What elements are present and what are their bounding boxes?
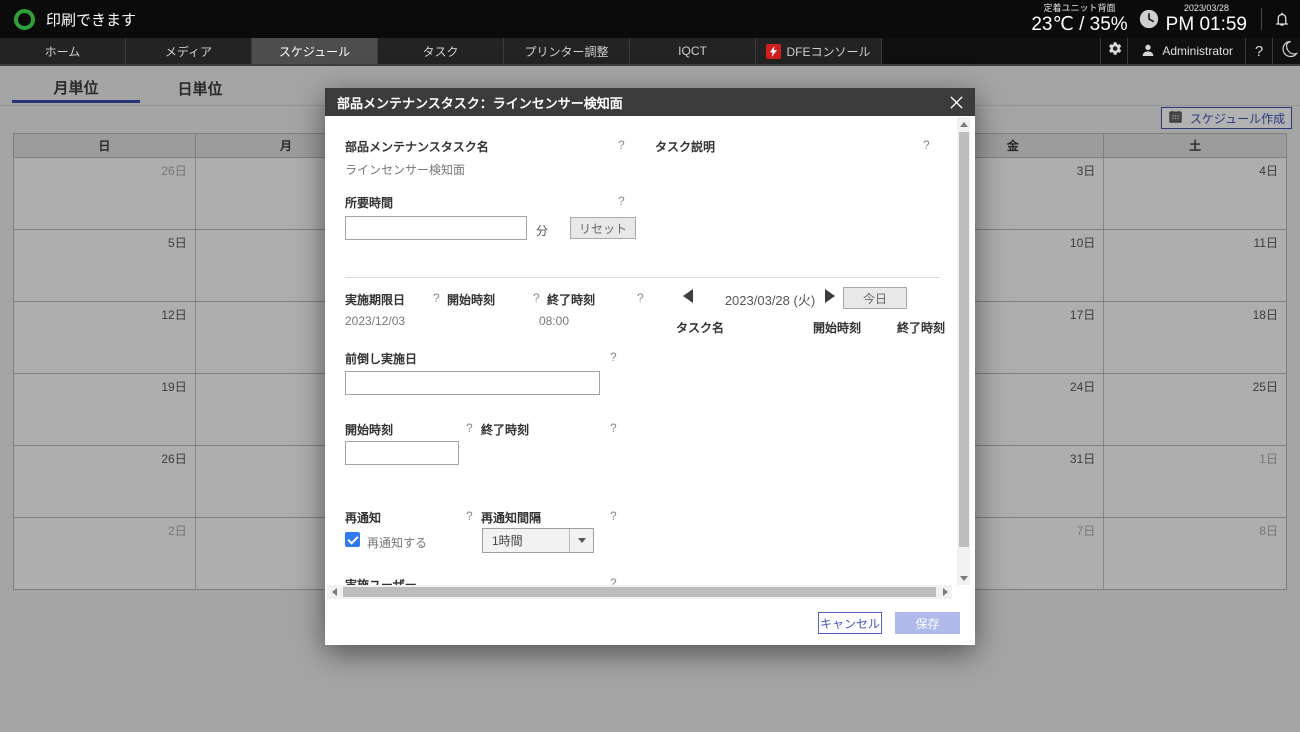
gear-icon — [1106, 40, 1123, 62]
nav-item-printer-adjust[interactable]: プリンター調整 — [504, 38, 630, 64]
fuser-unit-value: 23℃ / 35% — [1031, 14, 1127, 35]
dialog-title: 部品メンテナンスタスク：ラインセンサー検知面 — [337, 93, 623, 112]
renotify-label: 再通知 — [345, 509, 381, 526]
end-time2-help[interactable]: ? — [610, 421, 617, 435]
duration-help[interactable]: ? — [618, 194, 625, 208]
end-time-value: 08:00 — [539, 314, 569, 328]
list-header-task-name: タスク名 — [676, 319, 724, 336]
notification-bell-icon[interactable] — [1272, 9, 1292, 29]
start-time2-label: 開始時刻 — [345, 421, 393, 438]
end-time-help[interactable]: ? — [637, 291, 644, 305]
nav-date: 2023/03/28 (火) — [715, 290, 825, 309]
nav-item-label: メディア — [165, 43, 212, 60]
task-name-help[interactable]: ? — [618, 138, 625, 152]
duration-input[interactable] — [345, 216, 527, 240]
renotify-checkbox[interactable] — [345, 532, 360, 547]
start-time-help[interactable]: ? — [533, 291, 540, 305]
nav-item-label: DFEコンソール — [786, 43, 870, 60]
renotify-interval-select[interactable]: 1時間 — [482, 528, 594, 553]
task-desc-label: タスク説明 — [655, 138, 715, 155]
task-name-value: ラインセンサー検知面 — [345, 161, 465, 178]
cancel-button[interactable]: キャンセル — [818, 612, 882, 634]
start-time-input[interactable] — [345, 441, 459, 465]
fuser-unit-label: 定着ユニット背面 — [1031, 3, 1127, 14]
next-day-button[interactable] — [825, 289, 835, 303]
nav-item-dfe-console[interactable]: DFEコンソール — [756, 38, 882, 64]
duration-label: 所要時間 — [345, 194, 393, 211]
scroll-up-button[interactable] — [957, 117, 970, 131]
horizontal-scrollbar[interactable] — [327, 585, 952, 599]
dialog-title-bar: 部品メンテナンスタスク：ラインセンサー検知面 — [325, 88, 975, 116]
today-button[interactable]: 今日 — [843, 287, 907, 309]
time-text: PM 01:59 — [1166, 14, 1247, 35]
settings-button[interactable] — [1100, 38, 1128, 64]
vertical-scrollbar[interactable] — [957, 117, 970, 585]
early-date-label: 前倒し実施日 — [345, 350, 417, 367]
end-time-label: 終了時刻 — [547, 291, 595, 308]
fiery-icon — [766, 44, 781, 59]
dark-mode-toggle[interactable] — [1273, 38, 1300, 64]
task-name-label: 部品メンテナンスタスク名 — [345, 138, 489, 155]
nav-item-media[interactable]: メディア — [126, 38, 252, 64]
renotify-interval-help[interactable]: ? — [610, 509, 617, 523]
deadline-value: 2023/12/03 — [345, 314, 405, 328]
reset-button[interactable]: リセット — [570, 217, 636, 239]
status-bar: 印刷できます 定着ユニット背面 23℃ / 35% 2023/03/28 PM … — [0, 0, 1300, 38]
renotify-checkbox-label: 再通知する — [367, 534, 427, 551]
deadline-help[interactable]: ? — [433, 291, 440, 305]
scroll-left-button[interactable] — [327, 585, 341, 599]
nav-item-label: プリンター調整 — [524, 43, 608, 60]
status-bar-divider — [1261, 8, 1262, 30]
help-label: ? — [1255, 43, 1263, 60]
date-text: 2023/03/28 — [1166, 3, 1247, 14]
list-header-end-time: 終了時刻 — [897, 319, 945, 336]
datetime-readout: 2023/03/28 PM 01:59 — [1166, 3, 1247, 35]
early-date-input[interactable] — [345, 371, 600, 395]
early-date-help[interactable]: ? — [610, 350, 617, 364]
duration-unit: 分 — [536, 222, 548, 239]
scroll-right-button[interactable] — [938, 585, 952, 599]
renotify-help[interactable]: ? — [466, 509, 473, 523]
task-desc-help[interactable]: ? — [923, 138, 930, 152]
nav-spacer — [882, 38, 1100, 64]
printer-status-text: 印刷できます — [46, 9, 136, 30]
clock-icon — [1138, 8, 1160, 30]
nav-item-home[interactable]: ホーム — [0, 38, 126, 64]
scroll-down-button[interactable] — [957, 571, 970, 585]
vertical-scrollbar-thumb[interactable] — [959, 132, 969, 547]
moon-icon — [1279, 39, 1299, 64]
horizontal-scrollbar-thumb[interactable] — [343, 587, 936, 597]
nav-item-label: IQCT — [678, 44, 707, 58]
renotify-interval-label: 再通知間隔 — [481, 509, 541, 526]
printer-status-icon — [14, 9, 35, 30]
nav-item-schedule[interactable]: スケジュール — [252, 38, 378, 64]
start-time-label: 開始時刻 — [447, 291, 495, 308]
maintenance-task-dialog: 部品メンテナンスタスク：ラインセンサー検知面 部品メンテナンスタスク名 ? タス… — [325, 88, 975, 645]
user-icon — [1140, 42, 1156, 61]
nav-item-task[interactable]: タスク — [378, 38, 504, 64]
section-divider — [345, 277, 940, 278]
start-time2-help[interactable]: ? — [466, 421, 473, 435]
help-button[interactable]: ? — [1246, 38, 1273, 64]
close-icon[interactable] — [945, 91, 967, 113]
nav-item-label: タスク — [422, 43, 458, 60]
end-time2-label: 終了時刻 — [481, 421, 529, 438]
prev-day-button[interactable] — [683, 289, 693, 303]
nav-item-iqct[interactable]: IQCT — [630, 38, 756, 64]
deadline-label: 実施期限日 — [345, 291, 405, 308]
nav-item-label: スケジュール — [279, 43, 350, 60]
list-header-start-time: 開始時刻 — [813, 319, 861, 336]
nav-item-label: ホーム — [45, 43, 81, 60]
chevron-down-icon — [569, 529, 593, 552]
main-nav: ホーム メディア スケジュール タスク プリンター調整 IQCT DFEコンソー… — [0, 38, 1300, 66]
user-name: Administrator — [1162, 44, 1233, 58]
renotify-interval-value: 1時間 — [483, 532, 569, 549]
save-button[interactable]: 保存 — [895, 612, 960, 634]
user-menu[interactable]: Administrator — [1128, 38, 1246, 64]
fuser-unit-readout: 定着ユニット背面 23℃ / 35% — [1031, 3, 1127, 35]
